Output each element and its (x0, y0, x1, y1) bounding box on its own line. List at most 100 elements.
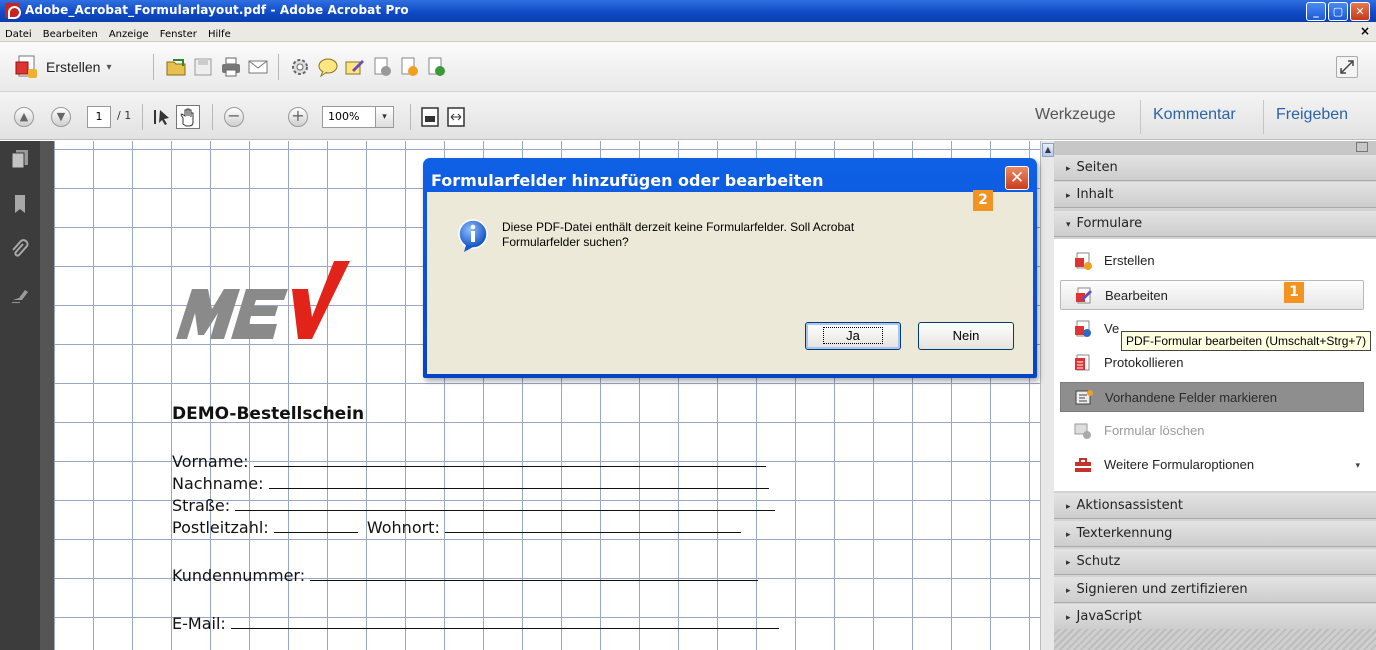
forms-item-more-options[interactable]: Weitere Formularoptionen ▾ (1060, 450, 1364, 480)
forms-item-create[interactable]: Erstellen (1060, 246, 1364, 276)
create-form-icon (1075, 252, 1092, 270)
fullscreen-icon[interactable] (1336, 56, 1358, 78)
edit-form-icon (1076, 287, 1092, 304)
form-row-postcode-city: Postleitzahl: Wohnort: (172, 518, 741, 537)
main-toolbar: Erstellen ▾ (0, 42, 1376, 92)
previous-page-icon[interactable]: ▲ (14, 107, 34, 127)
secure-document-icon[interactable] (371, 56, 393, 78)
item-label: Bearbeiten (1105, 288, 1168, 303)
zoom-input[interactable]: 100% (322, 106, 376, 128)
no-button[interactable]: Nein (918, 322, 1014, 350)
section-action-wizard[interactable]: ▸ Aktionsassistent (1054, 493, 1376, 519)
title-bar: Adobe_Acrobat_Formularlayout.pdf - Adobe… (0, 0, 1376, 22)
expand-arrow-icon: ▸ (1066, 164, 1071, 174)
menu-fenster[interactable]: Fenster (157, 26, 200, 40)
section-pages[interactable]: ▸ Seiten (1054, 155, 1376, 181)
tab-divider (1263, 100, 1264, 134)
section-text-recognition[interactable]: ▸ Texterkennung (1054, 521, 1376, 547)
expand-arrow-icon: ▸ (1066, 586, 1071, 596)
panel-footer (1054, 629, 1376, 650)
minimize-button[interactable]: _ (1306, 2, 1326, 21)
gear-icon[interactable] (289, 56, 311, 78)
panel-options-icon[interactable] (1356, 142, 1368, 152)
zoom-dropdown-icon[interactable]: ▾ (376, 106, 394, 128)
folder-open-icon[interactable] (165, 56, 187, 78)
acrobat-app-icon (5, 3, 21, 19)
create-button[interactable]: Erstellen ▾ (14, 54, 112, 80)
speech-bubble-icon[interactable] (317, 56, 339, 78)
form-row-first-name: Vorname: (172, 452, 766, 471)
fit-page-icon[interactable] (420, 106, 440, 128)
section-label: Formulare (1076, 216, 1143, 231)
tab-share[interactable]: Freigeben (1276, 106, 1348, 124)
item-label: Protokollieren (1104, 355, 1184, 370)
field-line-city (444, 519, 741, 533)
paperclip-icon[interactable] (11, 239, 29, 259)
next-page-icon[interactable]: ▼ (51, 107, 71, 127)
zoom-out-icon[interactable]: − (224, 107, 244, 127)
menu-hilfe[interactable]: Hilfe (205, 26, 234, 40)
dialog-message-line: Formularfelder suchen? (502, 235, 629, 249)
field-label-postcode: Postleitzahl: (172, 518, 269, 537)
vertical-scrollbar[interactable]: ▲ (1040, 141, 1054, 650)
page-number-input[interactable]: 1 (87, 106, 111, 128)
dialog-body: Diese PDF-Datei enthält derzeit keine Fo… (427, 192, 1033, 374)
section-content[interactable]: ▸ Inhalt (1054, 182, 1376, 208)
page-thumbnails-icon[interactable] (11, 149, 29, 169)
menu-anzeige[interactable]: Anzeige (106, 26, 152, 40)
section-javascript[interactable]: ▸ JavaScript (1054, 604, 1376, 630)
yes-button[interactable]: Ja (805, 322, 901, 350)
review-document-icon[interactable] (425, 56, 447, 78)
dialog-close-button[interactable]: ✕ (1005, 166, 1029, 190)
forms-item-highlight-fields[interactable]: Vorhandene Felder markieren (1060, 382, 1364, 412)
close-document-button[interactable]: × (1360, 24, 1370, 38)
hand-tool-icon[interactable] (176, 105, 200, 129)
mev-logo (176, 261, 350, 339)
section-protection[interactable]: ▸ Schutz (1054, 549, 1376, 575)
menu-bearbeiten[interactable]: Bearbeiten (40, 26, 101, 40)
field-label-first-name: Vorname: (172, 452, 249, 471)
expand-arrow-icon: ▸ (1066, 530, 1071, 540)
bookmark-icon[interactable] (11, 194, 29, 214)
section-sign[interactable]: ▸ Signieren und zertifizieren (1054, 577, 1376, 603)
form-row-last-name: Nachname: (172, 474, 769, 493)
window-title: Adobe_Acrobat_Formularlayout.pdf - Adobe… (25, 3, 409, 17)
section-label: Signieren und zertifizieren (1076, 582, 1248, 597)
select-cursor-icon[interactable] (152, 107, 172, 127)
forms-item-edit[interactable]: Bearbeiten (1060, 280, 1364, 310)
expand-arrow-icon: ▸ (1066, 191, 1071, 201)
tab-tools[interactable]: Werkzeuge (1035, 106, 1116, 124)
track-form-icon (1075, 354, 1090, 371)
scroll-up-icon[interactable]: ▲ (1042, 143, 1054, 157)
envelope-icon[interactable] (247, 56, 269, 78)
dialog-title: Formularfelder hinzufügen oder bearbeite… (431, 171, 824, 190)
distribute-form-icon (1075, 320, 1091, 337)
section-label: Seiten (1076, 160, 1118, 175)
section-forms[interactable]: ▾ Formulare (1054, 211, 1376, 237)
sign-document-icon[interactable] (398, 56, 420, 78)
tab-comment[interactable]: Kommentar (1153, 106, 1236, 124)
field-label-last-name: Nachname: (172, 474, 264, 493)
pen-icon[interactable] (344, 56, 366, 78)
field-line-postcode (273, 519, 358, 533)
forms-item-clear-form[interactable]: Formular löschen (1060, 416, 1364, 446)
forms-item-track[interactable]: Protokollieren (1060, 348, 1364, 378)
form-row-email: E-Mail: (172, 614, 779, 633)
section-label: Texterkennung (1076, 526, 1173, 541)
toolbar-divider (153, 54, 154, 80)
close-window-button[interactable]: ✕ (1350, 2, 1370, 21)
field-label-customer-number: Kundennummer: (172, 566, 306, 585)
printer-icon[interactable] (220, 56, 242, 78)
menu-datei[interactable]: Datei (2, 26, 35, 40)
zoom-in-icon[interactable]: + (288, 107, 308, 127)
navigation-pane (0, 141, 40, 650)
callout-badge-1: 1 (1284, 282, 1304, 303)
save-icon[interactable] (192, 56, 214, 78)
fit-width-icon[interactable] (446, 106, 466, 128)
maximize-button[interactable]: ▢ (1328, 2, 1348, 21)
signature-icon[interactable] (11, 286, 29, 306)
form-row-customer-number: Kundennummer: (172, 566, 759, 585)
item-label: Erstellen (1104, 253, 1155, 268)
create-pdf-icon (15, 55, 37, 78)
toolbar-divider (212, 104, 213, 130)
